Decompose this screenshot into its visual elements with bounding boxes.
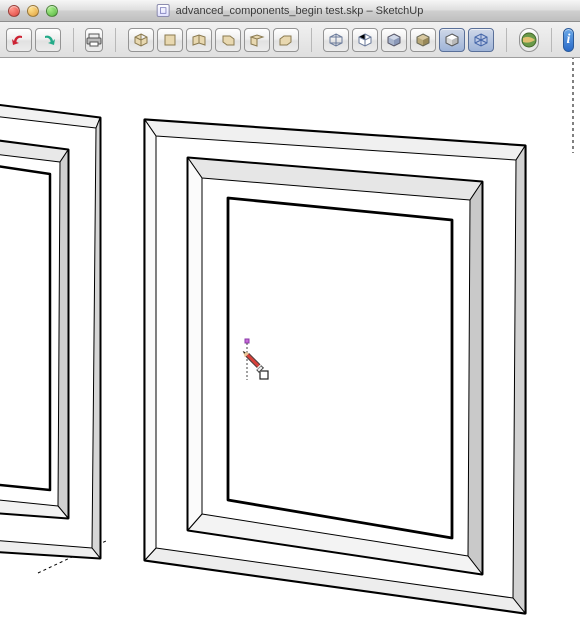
styles-group	[323, 28, 494, 52]
zoom-button[interactable]	[46, 5, 58, 17]
document-icon	[157, 4, 170, 17]
view-iso-button[interactable]	[128, 28, 154, 52]
history-group	[6, 28, 61, 52]
view-right-button[interactable]	[215, 28, 241, 52]
view-back-button[interactable]	[244, 28, 270, 52]
style-monochrome-button[interactable]	[439, 28, 465, 52]
pencil-cursor	[245, 358, 261, 363]
traffic-lights	[8, 5, 58, 17]
title-wrap: advanced_components_begin test.skp – Ske…	[157, 4, 424, 17]
style-hiddenline-button[interactable]	[352, 28, 378, 52]
left-window	[0, 98, 100, 558]
view-top-button[interactable]	[157, 28, 183, 52]
views-group	[128, 28, 299, 52]
google-earth-button[interactable]	[519, 28, 539, 52]
view-front-button[interactable]	[186, 28, 212, 52]
info-button[interactable]: i	[563, 28, 574, 52]
style-shaded-button[interactable]	[381, 28, 407, 52]
minimize-button[interactable]	[27, 5, 39, 17]
style-xray-button[interactable]	[468, 28, 494, 52]
right-window	[145, 120, 525, 613]
info-icon: i	[566, 32, 570, 48]
style-textured-button[interactable]	[410, 28, 436, 52]
viewport[interactable]	[0, 58, 580, 631]
close-button[interactable]	[8, 5, 20, 17]
toolbar: i	[0, 22, 580, 58]
style-wireframe-button[interactable]	[323, 28, 349, 52]
print-button[interactable]	[85, 28, 103, 52]
window-title: advanced_components_begin test.skp – Ske…	[176, 5, 424, 17]
redo-button[interactable]	[35, 28, 61, 52]
undo-button[interactable]	[6, 28, 32, 52]
window-titlebar: advanced_components_begin test.skp – Ske…	[0, 0, 580, 22]
view-left-button[interactable]	[273, 28, 299, 52]
